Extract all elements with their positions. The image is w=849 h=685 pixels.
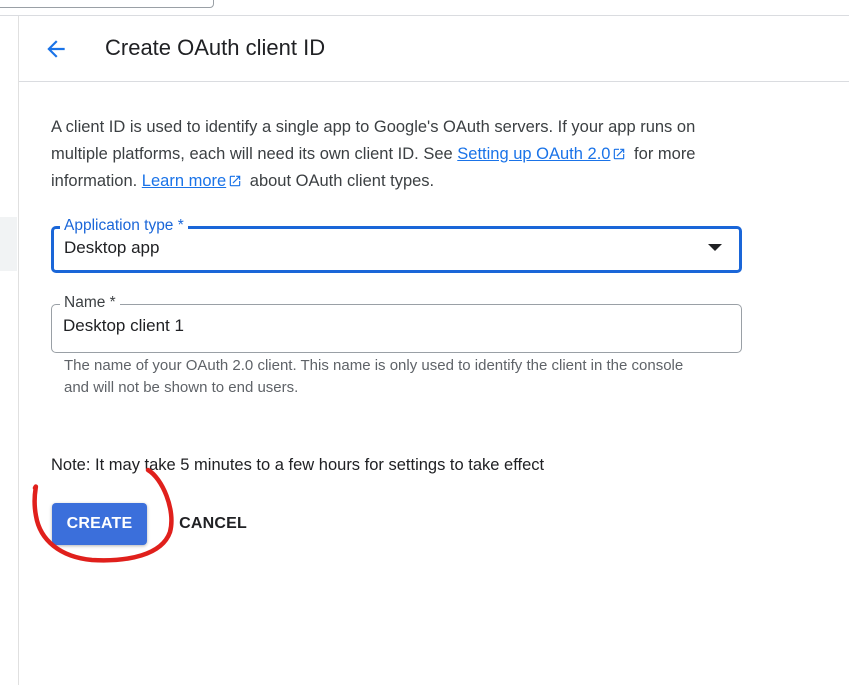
setting-up-oauth-link[interactable]: Setting up OAuth 2.0 bbox=[457, 145, 610, 163]
page-header: Create OAuth client ID bbox=[19, 16, 849, 82]
name-input[interactable]: Name * Desktop client 1 bbox=[51, 294, 742, 353]
left-navigation-rail bbox=[0, 16, 19, 685]
name-hint-text: The name of your OAuth 2.0 client. This … bbox=[64, 357, 684, 396]
browser-chrome-bar bbox=[0, 0, 849, 16]
nav-rail-selected-item[interactable] bbox=[0, 217, 17, 271]
description-text: about OAuth client types. bbox=[245, 172, 435, 190]
open-in-new-icon[interactable] bbox=[612, 147, 626, 161]
dropdown-arrow-icon[interactable] bbox=[708, 244, 722, 251]
open-in-new-icon[interactable] bbox=[228, 174, 242, 188]
create-button[interactable]: CREATE bbox=[52, 503, 147, 545]
name-label: Name * bbox=[60, 294, 120, 312]
application-type-value: Desktop app bbox=[64, 238, 160, 257]
arrow-back-icon bbox=[47, 40, 65, 58]
browser-tab[interactable] bbox=[0, 0, 214, 8]
back-button[interactable] bbox=[41, 34, 71, 64]
name-value[interactable]: Desktop client 1 bbox=[63, 316, 184, 336]
page-title: Create OAuth client ID bbox=[105, 35, 326, 60]
application-type-select[interactable]: Application type * Desktop app bbox=[51, 217, 742, 273]
cancel-button[interactable]: CANCEL bbox=[170, 503, 256, 545]
settings-note: Note: It may take 5 minutes to a few hou… bbox=[51, 456, 545, 474]
learn-more-link[interactable]: Learn more bbox=[142, 172, 226, 190]
description-paragraph: A client ID is used to identify a single… bbox=[51, 114, 751, 195]
application-type-label: Application type * bbox=[60, 217, 188, 235]
